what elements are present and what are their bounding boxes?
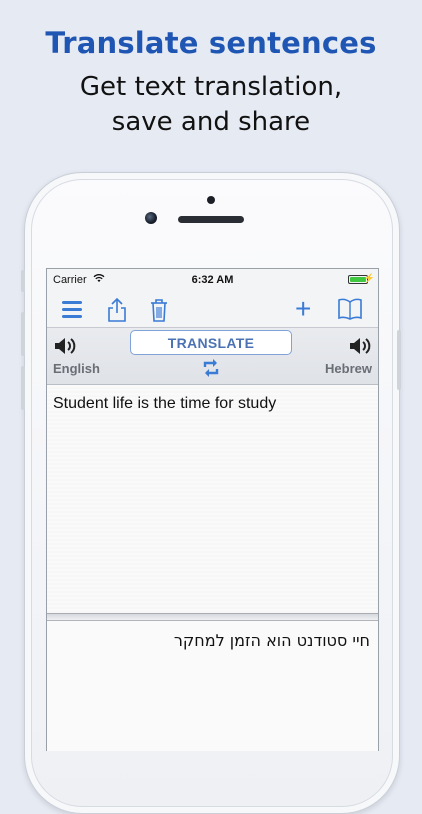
trash-icon[interactable] (149, 297, 169, 328)
subline-2: save and share (111, 107, 311, 137)
subline-1: Get text translation, (79, 72, 343, 102)
status-bar: Carrier 6:32 AM ⚡ (47, 269, 378, 291)
target-text: חיי סטודנט הוא הזמן למחקר (173, 631, 370, 650)
share-icon[interactable] (107, 297, 127, 328)
target-text-area[interactable]: חיי סטודנט הוא הזמן למחקר (47, 621, 378, 751)
app-screen: Carrier 6:32 AM ⚡ + English TRANSLATE He… (46, 268, 379, 751)
phone-side-button (21, 270, 25, 292)
book-icon[interactable] (337, 297, 363, 326)
swap-languages-icon[interactable] (201, 357, 221, 384)
source-text: Student life is the time for study (53, 395, 277, 412)
plus-icon[interactable]: + (295, 293, 311, 325)
headline: Translate sentences (45, 26, 377, 60)
speaker-source-icon[interactable] (53, 336, 77, 361)
toolbar: + (47, 291, 378, 328)
target-language[interactable]: Hebrew (325, 361, 372, 376)
source-text-area[interactable]: Student life is the time for study (47, 385, 378, 614)
charging-icon: ⚡ (363, 273, 375, 283)
source-language[interactable]: English (53, 361, 100, 376)
front-camera (145, 212, 157, 224)
language-bar: English TRANSLATE Hebrew (47, 328, 378, 385)
earpiece-speaker (178, 216, 244, 223)
phone-side-button (21, 312, 25, 356)
speaker-target-icon[interactable] (348, 336, 372, 361)
menu-icon[interactable] (62, 301, 82, 322)
pane-divider[interactable] (47, 614, 378, 621)
proximity-sensor (207, 196, 215, 204)
phone-side-button (21, 366, 25, 410)
phone-side-button (397, 330, 401, 390)
clock: 6:32 AM (191, 274, 234, 286)
translate-button[interactable]: TRANSLATE (130, 330, 292, 355)
